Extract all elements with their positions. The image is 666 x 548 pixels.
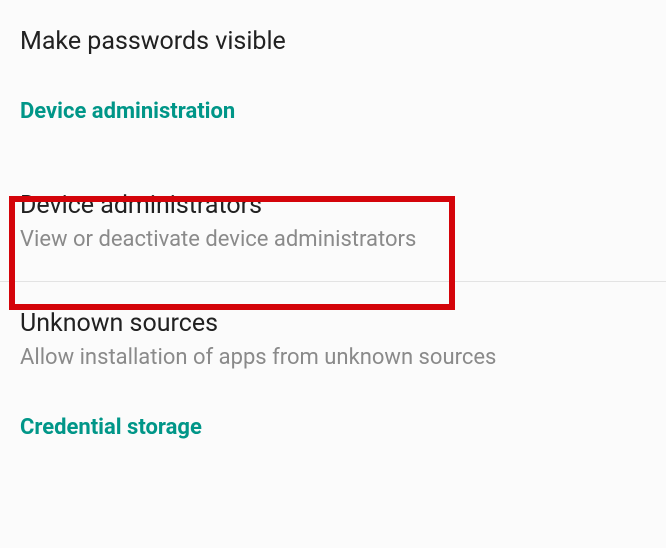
setting-unknown-sources[interactable]: Unknown sources Allow installation of ap… [0, 282, 666, 403]
setting-title: Device administrators [20, 190, 646, 223]
setting-title: Unknown sources [20, 308, 646, 341]
setting-device-administrators[interactable]: Device administrators View or deactivate… [0, 164, 666, 281]
setting-subtitle: View or deactivate device administrators [20, 226, 646, 255]
section-header-device-administration: Device administration [0, 89, 666, 164]
setting-make-passwords-visible[interactable]: Make passwords visible [0, 0, 666, 89]
setting-subtitle: Allow installation of apps from unknown … [20, 344, 646, 373]
section-header-credential-storage: Credential storage [0, 403, 666, 480]
settings-security-screen: Make passwords visible Device administra… [0, 0, 666, 548]
setting-title: Make passwords visible [20, 26, 646, 59]
